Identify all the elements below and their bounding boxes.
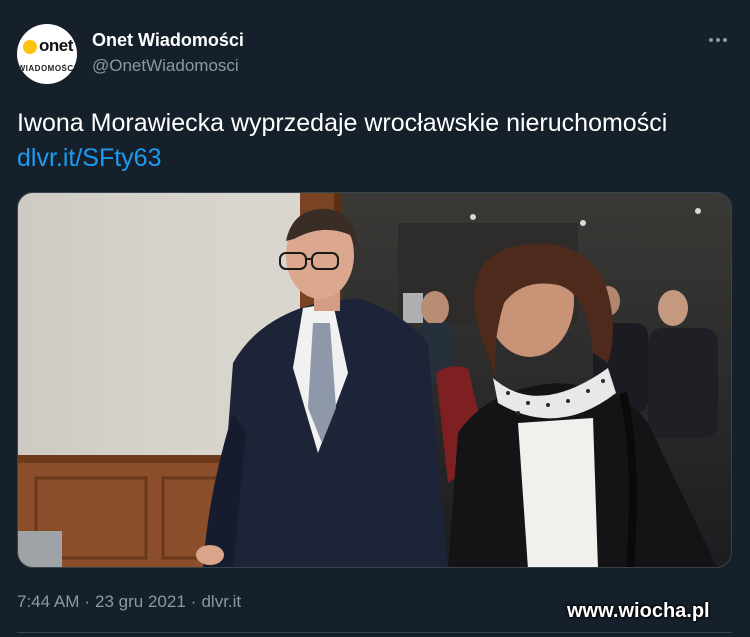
tweet-text-body: Iwona Morawiecka wyprzedaje wrocławskie … [17, 109, 668, 137]
tweet-meta: 7:44 AM · 23 gru 2021 · dlvr.it [17, 592, 241, 612]
avatar-logo-sub: WIADOMOŚCI [17, 64, 77, 73]
more-options-button[interactable] [700, 26, 736, 54]
avatar[interactable]: onet WIADOMOŚCI [17, 24, 77, 84]
author-handle[interactable]: @OnetWiadomosci [92, 56, 239, 76]
more-horizontal-icon [716, 38, 720, 42]
onet-logo-dot-icon [23, 40, 37, 54]
more-horizontal-icon [709, 38, 713, 42]
more-horizontal-icon [723, 38, 727, 42]
avatar-logo-text: onet [39, 36, 73, 55]
meta-separator: · [84, 592, 91, 611]
tweet-time[interactable]: 7:44 AM [17, 592, 79, 611]
divider [17, 632, 732, 633]
tweet-link[interactable]: dlvr.it/SFty63 [17, 144, 162, 172]
photo-illustration [18, 193, 731, 567]
watermark: www.wiocha.pl [567, 600, 710, 622]
author-display-name[interactable]: Onet Wiadomości [92, 30, 244, 51]
tweet-card: onet WIADOMOŚCI Onet Wiadomości @OnetWia… [0, 0, 750, 637]
meta-separator: · [190, 592, 197, 611]
tweet-date[interactable]: 23 gru 2021 [95, 592, 186, 611]
tweet-source[interactable]: dlvr.it [201, 592, 241, 611]
tweet-photo[interactable] [17, 192, 732, 568]
tweet-text: Iwona Morawiecka wyprzedaje wrocławskie … [17, 106, 727, 176]
